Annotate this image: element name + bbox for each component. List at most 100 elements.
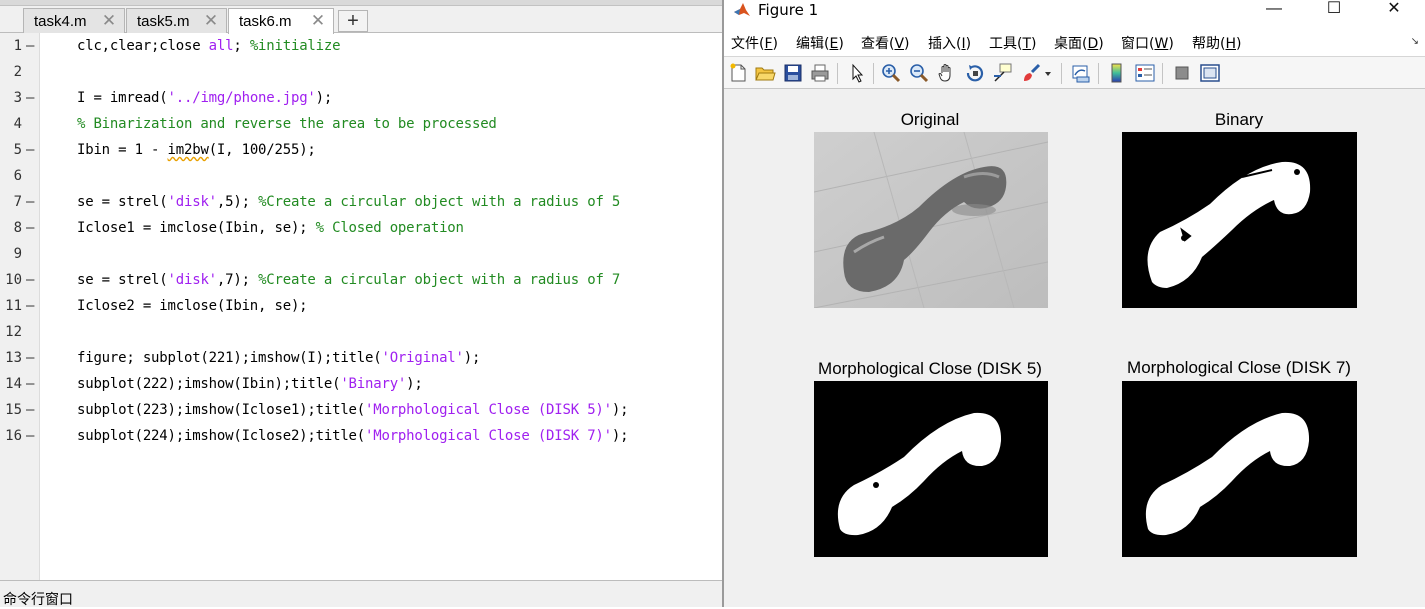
tab-label: task5.m bbox=[137, 12, 190, 30]
menu-insert[interactable]: 插入(I) bbox=[928, 33, 971, 53]
colorbar-icon[interactable] bbox=[1106, 62, 1128, 84]
code-line: 12 bbox=[0, 319, 722, 345]
code-text: subplot(223);imshow(Iclose1);title('Morp… bbox=[77, 402, 629, 418]
show-plot-tools-icon[interactable] bbox=[1199, 62, 1221, 84]
tab-task4[interactable]: task4.m ✕ bbox=[23, 8, 125, 33]
close-icon[interactable]: ✕ bbox=[202, 11, 220, 31]
line-number: 14 bbox=[5, 376, 22, 392]
code-text: se = strel('disk',5); %Create a circular… bbox=[77, 194, 621, 210]
close-button[interactable]: ✕ bbox=[1371, 0, 1417, 20]
menu-tools[interactable]: 工具(T) bbox=[989, 33, 1037, 53]
zoom-in-icon[interactable] bbox=[880, 62, 902, 84]
add-tab-button[interactable]: + bbox=[338, 10, 368, 32]
figure-window: Figure 1 — ☐ ✕ 文件(F) 编辑(E) 查看(V) 插入(I) 工… bbox=[724, 0, 1425, 607]
data-cursor-icon[interactable] bbox=[992, 62, 1014, 84]
closed-phone-mask-7 bbox=[1122, 381, 1357, 557]
code-line: 4 % Binarization and reverse the area to… bbox=[0, 111, 722, 137]
line-number: 10 bbox=[5, 272, 22, 288]
code-line: 6 bbox=[0, 163, 722, 189]
tab-task6[interactable]: task6.m ✕ bbox=[228, 8, 334, 34]
code-text: Ibin = 1 - im2bw(I, 100/255); bbox=[77, 142, 316, 158]
breakpoint-dash[interactable]: — bbox=[26, 85, 34, 111]
menu-edit[interactable]: 编辑(E) bbox=[796, 33, 844, 53]
subplot-binary-image[interactable] bbox=[1122, 132, 1357, 308]
minimize-button[interactable]: — bbox=[1251, 0, 1297, 20]
code-text: se = strel('disk',7); %Create a circular… bbox=[77, 272, 621, 288]
print-icon[interactable] bbox=[809, 62, 831, 84]
subplot-close-disk5-image[interactable] bbox=[814, 381, 1048, 557]
menu-window[interactable]: 窗口(W) bbox=[1121, 33, 1174, 53]
code-text: subplot(224);imshow(Iclose2);title('Morp… bbox=[77, 428, 629, 444]
editor-tab-bar: task4.m ✕ task5.m ✕ task6.m ✕ + bbox=[0, 6, 722, 34]
subplot-title-binary: Binary bbox=[1214, 110, 1264, 129]
new-figure-icon[interactable] bbox=[727, 62, 749, 84]
link-plot-icon[interactable] bbox=[1070, 62, 1092, 84]
breakpoint-dash[interactable]: — bbox=[26, 423, 34, 449]
breakpoint-dash[interactable]: — bbox=[26, 137, 34, 163]
breakpoint-dash[interactable]: — bbox=[26, 189, 34, 215]
subplot-original-image[interactable] bbox=[814, 132, 1048, 308]
code-line: 3 — I = imread('../img/phone.jpg'); bbox=[0, 85, 722, 111]
open-file-icon[interactable] bbox=[754, 62, 776, 84]
code-line: 7 — se = strel('disk',5); %Create a circ… bbox=[0, 189, 722, 215]
zoom-out-icon[interactable] bbox=[908, 62, 930, 84]
code-line: 2 bbox=[0, 59, 722, 85]
line-number: 16 bbox=[5, 428, 22, 444]
command-window-bar[interactable]: 命令行窗口 bbox=[0, 580, 722, 608]
code-line: 8 — Iclose1 = imclose(Ibin, se); % Close… bbox=[0, 215, 722, 241]
menu-file[interactable]: 文件(F) bbox=[731, 33, 778, 53]
phone-photo bbox=[814, 132, 1048, 308]
save-icon[interactable] bbox=[782, 62, 804, 84]
line-number: 12 bbox=[5, 324, 22, 340]
figure-toolbar bbox=[724, 56, 1425, 89]
figure-canvas[interactable]: Original Binary Morphological Close (DIS… bbox=[724, 90, 1425, 607]
menu-view[interactable]: 查看(V) bbox=[861, 33, 910, 53]
tab-label: task4.m bbox=[34, 12, 87, 30]
figure-title-bar[interactable]: Figure 1 — ☐ ✕ bbox=[724, 0, 1425, 30]
code-text: subplot(222);imshow(Ibin);title('Binary'… bbox=[77, 376, 423, 392]
figure-title: Figure 1 bbox=[758, 1, 819, 19]
binary-phone-mask bbox=[1122, 132, 1357, 308]
legend-icon[interactable] bbox=[1134, 62, 1156, 84]
line-number: 3 bbox=[13, 90, 22, 106]
breakpoint-dash[interactable]: — bbox=[26, 215, 34, 241]
brush-icon[interactable] bbox=[1020, 62, 1042, 84]
hide-plot-tools-icon[interactable] bbox=[1171, 62, 1193, 84]
code-line: 9 bbox=[0, 241, 722, 267]
code-line: 14 — subplot(222);imshow(Ibin);title('Bi… bbox=[0, 371, 722, 397]
menu-desktop[interactable]: 桌面(D) bbox=[1054, 33, 1104, 53]
tab-task5[interactable]: task5.m ✕ bbox=[126, 8, 227, 33]
subplot-title-close-disk7: Morphological Close (DISK 7) bbox=[1127, 358, 1351, 377]
line-number: 5 bbox=[13, 142, 22, 158]
code-line: 1 — clc,clear;close all; %initialize bbox=[0, 33, 722, 59]
breakpoint-dash[interactable]: — bbox=[26, 345, 34, 371]
maximize-button[interactable]: ☐ bbox=[1311, 0, 1357, 20]
pan-hand-icon[interactable] bbox=[936, 62, 958, 84]
code-text: figure; subplot(221);imshow(I);title('Or… bbox=[77, 350, 481, 366]
code-line: 16 — subplot(224);imshow(Iclose2);title(… bbox=[0, 423, 722, 449]
breakpoint-dash[interactable]: — bbox=[26, 33, 34, 59]
breakpoint-dash[interactable]: — bbox=[26, 293, 34, 319]
rotate-3d-icon[interactable] bbox=[964, 62, 986, 84]
menu-overflow-icon[interactable]: ↘ bbox=[1411, 36, 1419, 47]
pointer-icon[interactable] bbox=[846, 62, 868, 84]
toolbar-separator bbox=[1098, 63, 1099, 84]
line-number: 7 bbox=[13, 194, 22, 210]
toolbar-separator bbox=[1061, 63, 1062, 84]
close-icon[interactable]: ✕ bbox=[309, 11, 327, 31]
code-text: % Binarization and reverse the area to b… bbox=[77, 116, 497, 132]
breakpoint-dash[interactable]: — bbox=[26, 371, 34, 397]
chevron-down-icon[interactable] bbox=[1042, 62, 1054, 84]
close-icon[interactable]: ✕ bbox=[100, 11, 118, 31]
code-line: 13 — figure; subplot(221);imshow(I);titl… bbox=[0, 345, 722, 371]
subplot-title-close-disk5: Morphological Close (DISK 5) bbox=[818, 359, 1042, 378]
code-text: Iclose2 = imclose(Ibin, se); bbox=[77, 298, 308, 314]
breakpoint-dash[interactable]: — bbox=[26, 397, 34, 423]
line-number: 9 bbox=[13, 246, 22, 262]
code-line: 15 — subplot(223);imshow(Iclose1);title(… bbox=[0, 397, 722, 423]
toolbar-separator bbox=[1162, 63, 1163, 84]
menu-help[interactable]: 帮助(H) bbox=[1192, 33, 1241, 53]
tab-label: task6.m bbox=[239, 13, 292, 30]
subplot-close-disk7-image[interactable] bbox=[1122, 381, 1357, 557]
breakpoint-dash[interactable]: — bbox=[26, 267, 34, 293]
